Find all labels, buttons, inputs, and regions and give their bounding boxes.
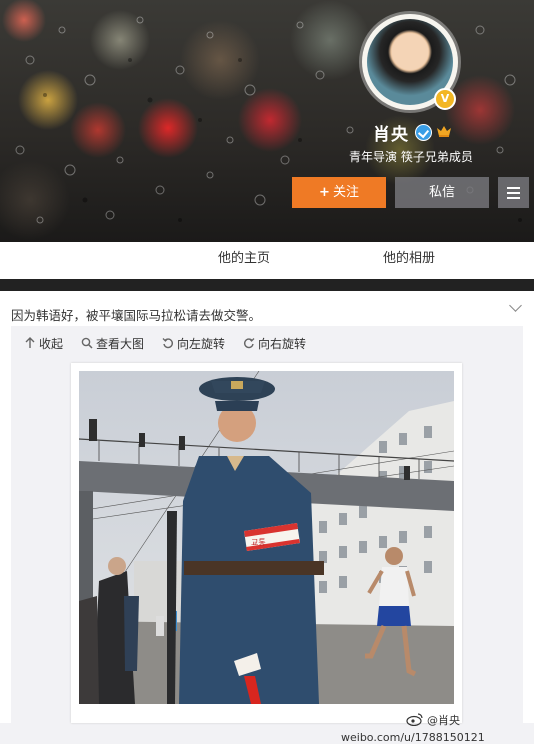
zoom-icon <box>81 337 93 349</box>
photo-frame: 교통 @肖央 weibo.com/u/1788150121 <box>71 363 485 744</box>
profile-cover: V 肖央 青年导演 筷子兄弟成员 + 关注 私信 <box>0 0 534 242</box>
watermark-name: @肖央 <box>427 714 460 727</box>
view-large-label: 查看大图 <box>96 337 145 351</box>
armband-text: 교통 <box>251 538 266 547</box>
rotate-left-icon <box>162 338 174 349</box>
more-button[interactable] <box>498 177 529 208</box>
post-card: 因为韩语好，被平壤国际马拉松请去做交警。 收起 查看大图 向左旋转 向右旋转 교… <box>0 291 534 744</box>
weibo-logo-icon <box>406 713 423 726</box>
rotate-right-label: 向右旋转 <box>258 337 307 351</box>
photo-illustration: 교통 <box>79 371 454 704</box>
rotate-right-button[interactable]: 向右旋转 <box>243 335 306 352</box>
user-description: 青年导演 筷子兄弟成员 <box>349 150 473 164</box>
message-button[interactable]: 私信 <box>395 177 489 208</box>
rotate-right-icon <box>243 338 255 349</box>
post-text: 因为韩语好，被平壤国际马拉松请去做交警。 <box>11 308 262 323</box>
media-box: 收起 查看大图 向左旋转 向右旋转 교통 @肖央 weibo.com/u/178… <box>11 326 523 744</box>
post-photo[interactable]: 교통 <box>79 371 454 704</box>
collapse-icon <box>25 337 35 348</box>
collapse-button[interactable]: 收起 <box>24 335 63 352</box>
user-name[interactable]: 肖央 <box>373 120 409 145</box>
tab-album[interactable]: 他的相册 <box>383 242 435 279</box>
tab-home[interactable]: 他的主页 <box>218 242 270 279</box>
watermark-url: weibo.com/u/1788150121 <box>341 731 485 744</box>
vip-icon: V <box>434 88 456 110</box>
view-large-button[interactable]: 查看大图 <box>81 335 144 352</box>
verify-icon[interactable] <box>415 124 432 141</box>
follow-button[interactable]: + 关注 <box>292 177 386 208</box>
profile-tabs: 他的主页 他的相册 <box>0 242 534 280</box>
rotate-left-button[interactable]: 向左旋转 <box>162 335 225 352</box>
collapse-label: 收起 <box>39 337 64 351</box>
plus-icon: + <box>319 185 330 200</box>
expand-chevron-icon[interactable] <box>509 299 522 312</box>
media-toolbar: 收起 查看大图 向左旋转 向右旋转 <box>11 326 523 360</box>
follow-label: 关注 <box>332 185 359 200</box>
divider <box>0 279 534 291</box>
member-icon[interactable] <box>436 124 452 138</box>
rotate-left-label: 向左旋转 <box>177 337 226 351</box>
